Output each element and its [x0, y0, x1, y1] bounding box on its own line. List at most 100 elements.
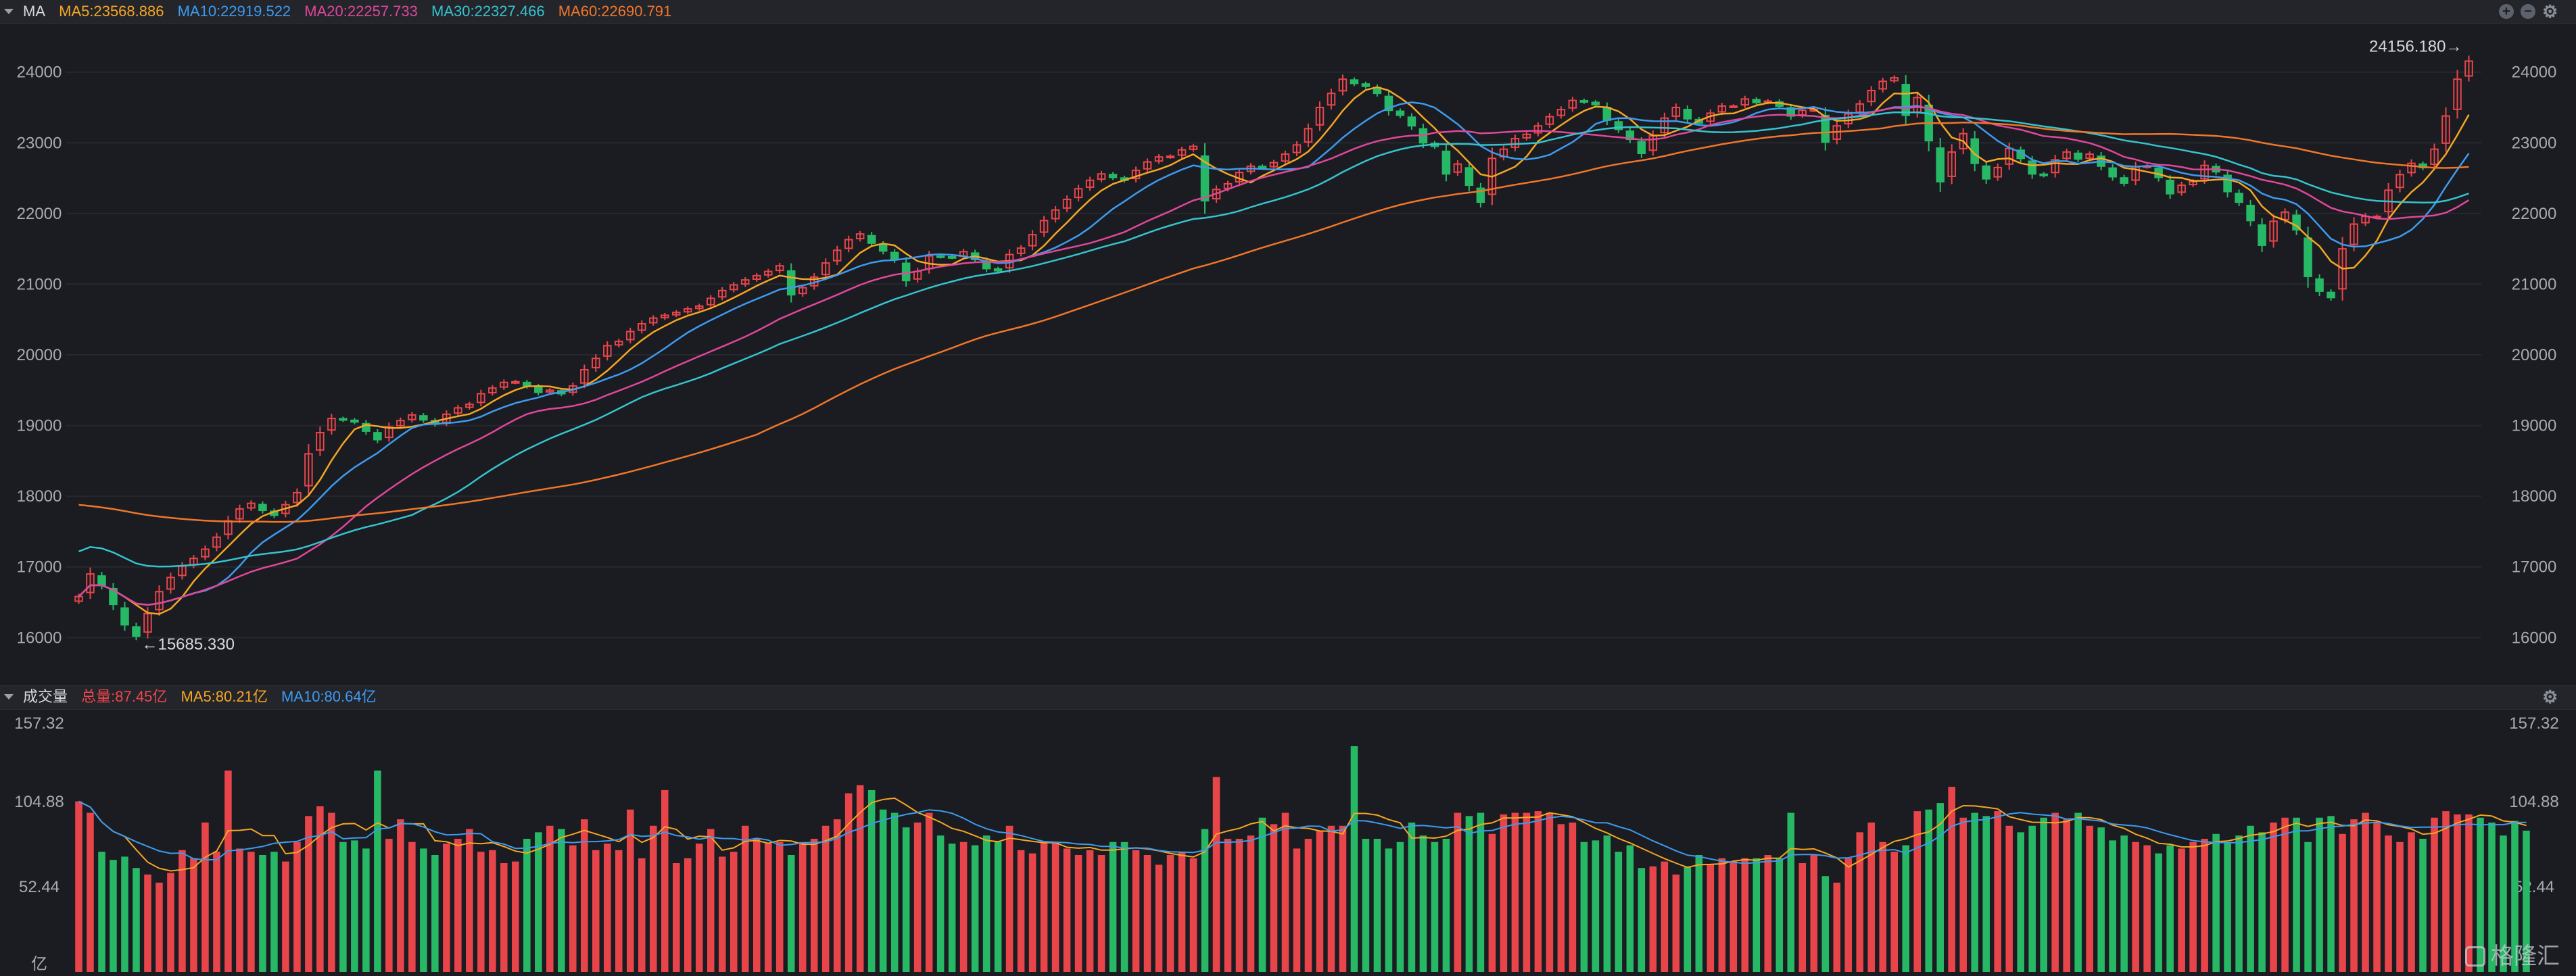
candle-body	[2028, 160, 2036, 175]
candle-body	[339, 418, 348, 421]
candle-body	[2235, 193, 2243, 203]
price-tick-label-left: 22000	[17, 205, 62, 223]
volume-bar	[558, 829, 565, 972]
volume-bar	[879, 809, 887, 972]
volume-bar	[1603, 835, 1611, 972]
volume-bar	[443, 844, 450, 972]
volume-bar	[1511, 812, 1519, 972]
candle-body	[1752, 99, 1761, 103]
price-tick-label-right: 20000	[2512, 346, 2557, 364]
volume-bar	[1017, 850, 1025, 972]
volume-bar	[959, 841, 968, 972]
volume-bar	[2201, 838, 2208, 972]
volume-bar	[1189, 858, 1197, 972]
volume-bar	[1707, 864, 1715, 972]
volume-bar	[385, 838, 393, 972]
volume-bar	[362, 848, 370, 972]
price-tick-label-left: 24000	[17, 64, 62, 82]
volume-bar	[2212, 833, 2220, 972]
candle-body	[1396, 110, 1405, 116]
ma-line-ma10	[78, 101, 2470, 606]
volume-bar	[1936, 803, 1944, 972]
volume-bar	[2189, 841, 2197, 972]
price-tick-label-right: 16000	[2512, 629, 2557, 647]
volume-bar	[1396, 841, 1404, 972]
volume-bar	[1856, 832, 1864, 972]
volume-bar	[1109, 841, 1117, 972]
volume-bar	[2304, 841, 2312, 972]
high-annotation: 24156.180→	[2369, 37, 2462, 55]
volume-bar	[1867, 822, 1876, 972]
volume-bar	[1166, 855, 1174, 972]
volume-bar	[431, 855, 439, 972]
price-tick-label-right: 18000	[2512, 487, 2557, 506]
volume-bar	[1833, 882, 1841, 972]
volume-bar	[2143, 845, 2151, 972]
candle-body	[2120, 177, 2128, 184]
volume-bar	[1982, 816, 1990, 972]
price-tick-label-right: 24000	[2512, 64, 2557, 82]
volume-bar	[2316, 817, 2323, 972]
volume-tick-label-left: 157.32	[14, 714, 64, 733]
price-tick-label-right: 21000	[2512, 275, 2557, 293]
volume-bar	[454, 838, 462, 972]
volume-bar	[1890, 852, 1899, 972]
volume-bar	[247, 852, 255, 972]
volume-bar	[902, 827, 910, 972]
volume-bar	[535, 832, 542, 972]
volume-bar	[305, 816, 312, 972]
volume-bar	[707, 829, 715, 972]
candle-body	[350, 419, 359, 423]
volume-bar	[798, 841, 807, 972]
price-tick-label-left: 19000	[17, 417, 62, 435]
volume-bar	[270, 852, 278, 972]
ma-line-ma20	[78, 106, 2470, 606]
volume-bar	[1638, 868, 1646, 972]
candlestick-volume-chart: 16000 16000 17000 17000 18000 18000 19000 19000…	[14, 37, 2558, 973]
volume-bar	[408, 841, 416, 972]
volume-bar	[2293, 817, 2300, 972]
volume-bar	[844, 793, 853, 972]
volume-bar	[1718, 858, 1726, 972]
volume-bar	[316, 806, 324, 972]
volume-bar	[1051, 841, 1059, 972]
candle-body	[1464, 167, 1474, 187]
volume-bar	[1362, 838, 1370, 972]
candle-body	[534, 386, 543, 393]
candle-body	[1637, 141, 1646, 154]
volume-bar	[1844, 858, 1853, 972]
volume-bar	[1385, 848, 1393, 972]
volume-bar	[2235, 835, 2243, 972]
candle-body	[2304, 237, 2312, 277]
volume-bar	[936, 835, 945, 972]
volume-bar	[1454, 812, 1462, 972]
volume-bar	[1316, 830, 1324, 972]
volume-bar	[971, 845, 979, 972]
candle-body	[2108, 167, 2117, 178]
candle-body	[1982, 165, 1990, 180]
ma-line-ma60	[78, 121, 2469, 523]
volume-bar	[2281, 817, 2289, 972]
volume-bar	[1523, 812, 1531, 972]
volume-bar	[546, 825, 554, 972]
volume-bar	[1339, 825, 1347, 972]
volume-bar	[1488, 833, 1496, 972]
volume-bar	[2086, 825, 2093, 972]
volume-bar	[695, 844, 703, 972]
volume-bar	[1902, 845, 1910, 972]
candle-body	[419, 415, 428, 421]
volume-bar	[672, 863, 680, 972]
price-tick-label-left: 17000	[17, 558, 62, 577]
logo-text: 格隆汇	[2491, 944, 2560, 969]
volume-bar	[2396, 841, 2404, 972]
candle-body	[936, 255, 945, 258]
volume-bar	[1798, 863, 1807, 972]
volume-bar	[1028, 853, 1036, 972]
price-tick-label-left: 16000	[17, 629, 62, 647]
volume-bar	[1477, 812, 1485, 972]
volume-bar	[1247, 835, 1255, 972]
volume-bar	[2419, 838, 2427, 972]
volume-bar	[764, 844, 772, 972]
volume-bar	[489, 850, 496, 972]
volume-bar	[718, 856, 726, 972]
